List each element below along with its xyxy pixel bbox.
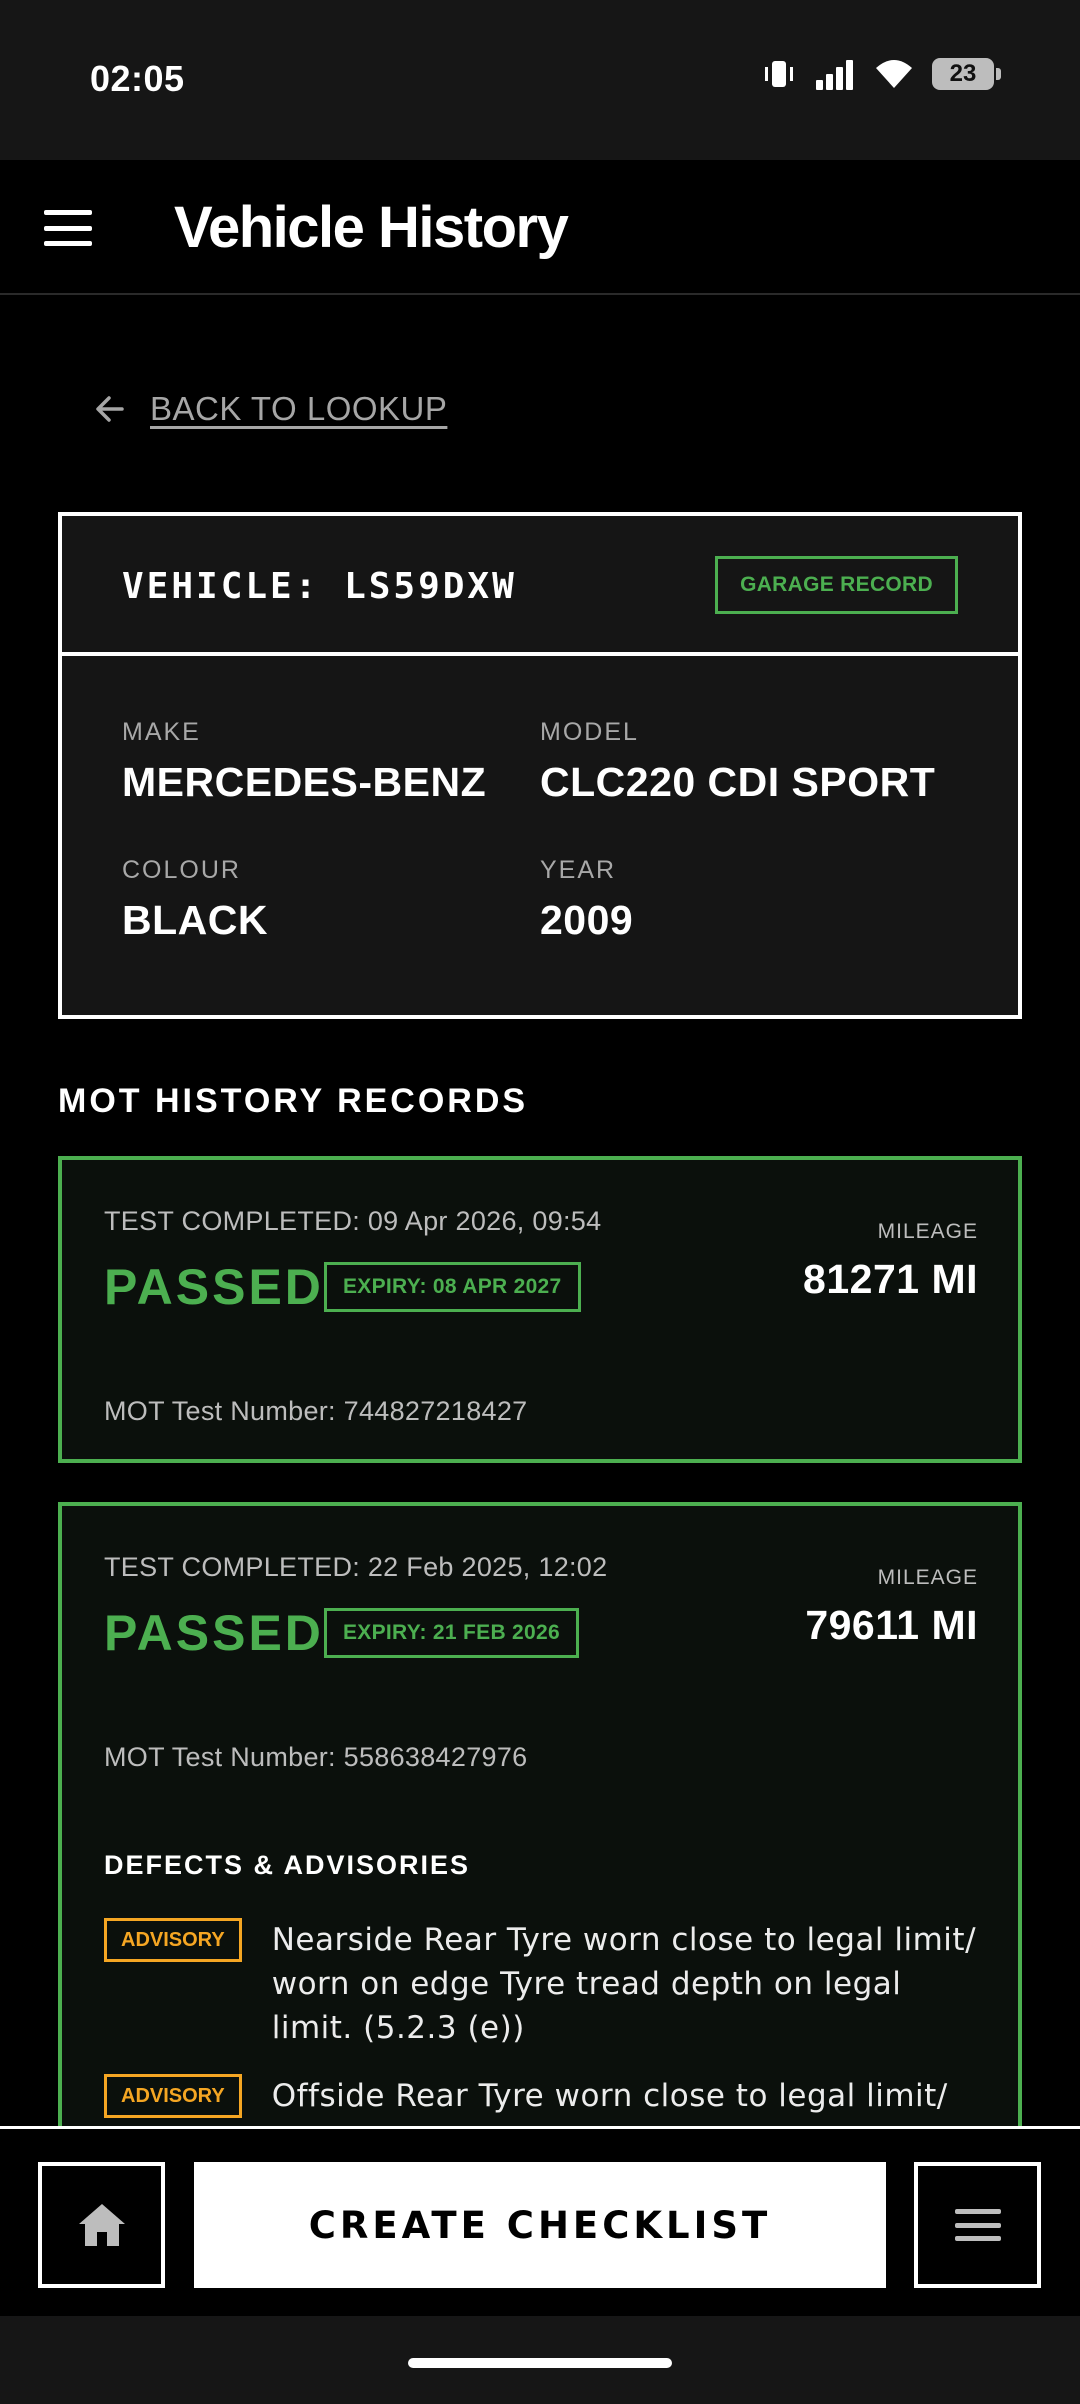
defect-text: Nearside Rear Tyre worn close to legal l…: [271, 1922, 977, 2046]
home-button[interactable]: [38, 2162, 165, 2288]
colour-field: COLOUR BLACK: [122, 856, 542, 944]
menu-icon: [954, 2209, 1001, 2241]
home-icon: [78, 2204, 125, 2246]
model-field: MODEL CLC220 CDI SPORT: [540, 718, 960, 806]
make-field: MAKE MERCEDES-BENZ: [122, 718, 542, 806]
defect-item: ADVISORY Offside Rear Tyre worn close to…: [104, 2074, 984, 2118]
battery-icon: 23: [932, 58, 1001, 90]
mot-test-number: MOT Test Number: 558638427976: [104, 1742, 528, 1772]
year-value: 2009: [540, 897, 634, 943]
mot-status: PASSED: [104, 1605, 324, 1661]
back-to-lookup-link[interactable]: BACK TO LOOKUP: [92, 390, 447, 428]
defects-advisories-title: DEFECTS & ADVISORIES: [104, 1850, 471, 1880]
test-completed-date: TEST COMPLETED: 09 Apr 2026, 09:54: [104, 1206, 602, 1236]
mileage-label: MILEAGE: [877, 1220, 978, 1243]
advisory-badge: ADVISORY: [104, 2074, 242, 2118]
mot-status: PASSED: [104, 1259, 324, 1315]
model-value: CLC220 CDI SPORT: [540, 759, 936, 805]
expiry-badge: EXPIRY: 21 FEB 2026: [324, 1608, 579, 1658]
gesture-area: [0, 2316, 1080, 2404]
status-time: 02:05: [90, 58, 185, 99]
vehicle-card-header: VEHICLE: LS59DXW GARAGE RECORD: [62, 516, 1018, 656]
app-bar: Vehicle History: [0, 160, 1080, 295]
mot-history-title: MOT HISTORY RECORDS: [58, 1082, 529, 1120]
colour-label: COLOUR: [122, 856, 241, 884]
colour-value: BLACK: [122, 897, 268, 943]
battery-level: 23: [949, 60, 977, 87]
signal-icon: [816, 60, 853, 90]
vibrate-icon: [765, 61, 793, 87]
mot-record-card[interactable]: TEST COMPLETED: 09 Apr 2026, 09:54 PASSE…: [58, 1156, 1022, 1463]
mileage-value: 79611 MI: [805, 1602, 978, 1648]
garage-record-badge: GARAGE RECORD: [715, 556, 958, 614]
year-label: YEAR: [540, 856, 617, 884]
menu-button[interactable]: [914, 2162, 1041, 2288]
status-bar: 02:05 23: [0, 0, 1080, 160]
expiry-badge: EXPIRY: 08 APR 2027: [324, 1262, 581, 1312]
vehicle-card: VEHICLE: LS59DXW GARAGE RECORD MAKE MERC…: [58, 512, 1022, 1019]
defect-text: Offside Rear Tyre worn close to legal li…: [271, 2078, 948, 2114]
make-value: MERCEDES-BENZ: [122, 759, 487, 805]
make-label: MAKE: [122, 718, 201, 746]
status-icons: 23: [762, 58, 1001, 90]
vehicle-registration: VEHICLE: LS59DXW: [122, 566, 517, 607]
test-completed-date: TEST COMPLETED: 22 Feb 2025, 12:02: [104, 1552, 608, 1582]
mileage-label: MILEAGE: [877, 1566, 978, 1589]
page-title: Vehicle History: [174, 195, 569, 260]
model-label: MODEL: [540, 718, 639, 746]
mot-record-card[interactable]: TEST COMPLETED: 22 Feb 2025, 12:02 PASSE…: [58, 1502, 1022, 2142]
wifi-icon: [876, 60, 912, 88]
mot-test-number: MOT Test Number: 744827218427: [104, 1396, 528, 1426]
mileage-value: 81271 MI: [803, 1256, 978, 1302]
bottom-action-bar: CREATE CHECKLIST: [0, 2126, 1080, 2316]
create-checklist-button[interactable]: CREATE CHECKLIST: [194, 2162, 886, 2288]
arrow-left-icon: [96, 396, 124, 422]
defect-item: ADVISORY Nearside Rear Tyre worn close t…: [104, 1918, 984, 2050]
year-field: YEAR 2009: [540, 856, 960, 944]
hamburger-icon[interactable]: [44, 210, 92, 246]
home-gesture-bar[interactable]: [408, 2358, 672, 2368]
advisory-badge: ADVISORY: [104, 1918, 242, 1962]
back-link-label: BACK TO LOOKUP: [150, 390, 448, 427]
